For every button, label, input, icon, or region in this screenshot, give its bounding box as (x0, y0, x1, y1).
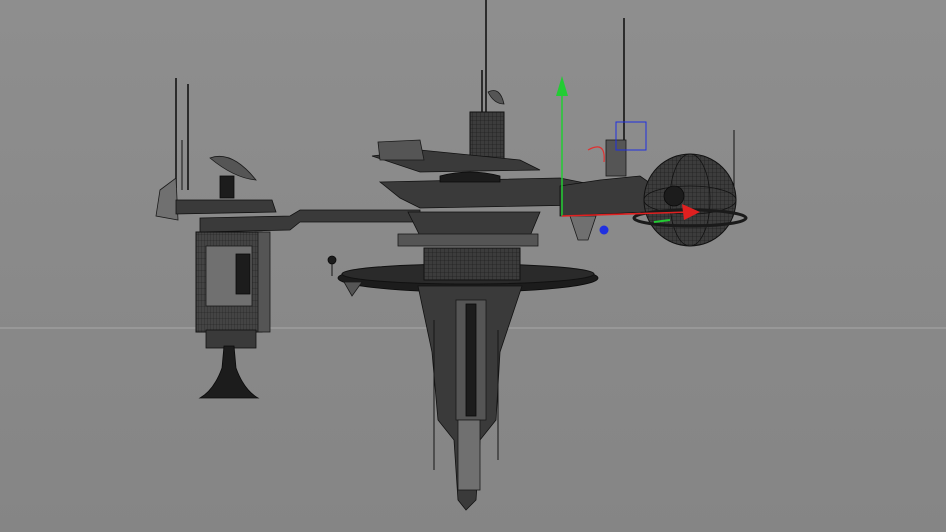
gizmo-z-handle-icon[interactable] (599, 225, 609, 235)
central-station-model[interactable] (327, 0, 642, 511)
gizmo-rotate-ring-icon[interactable] (587, 146, 605, 163)
3d-viewport[interactable] (0, 0, 946, 532)
gizmo-y-arrow-icon[interactable] (556, 76, 568, 96)
right-arm-model[interactable] (559, 18, 748, 247)
left-tower-model[interactable] (155, 78, 421, 399)
viewport-canvas[interactable] (0, 0, 946, 532)
